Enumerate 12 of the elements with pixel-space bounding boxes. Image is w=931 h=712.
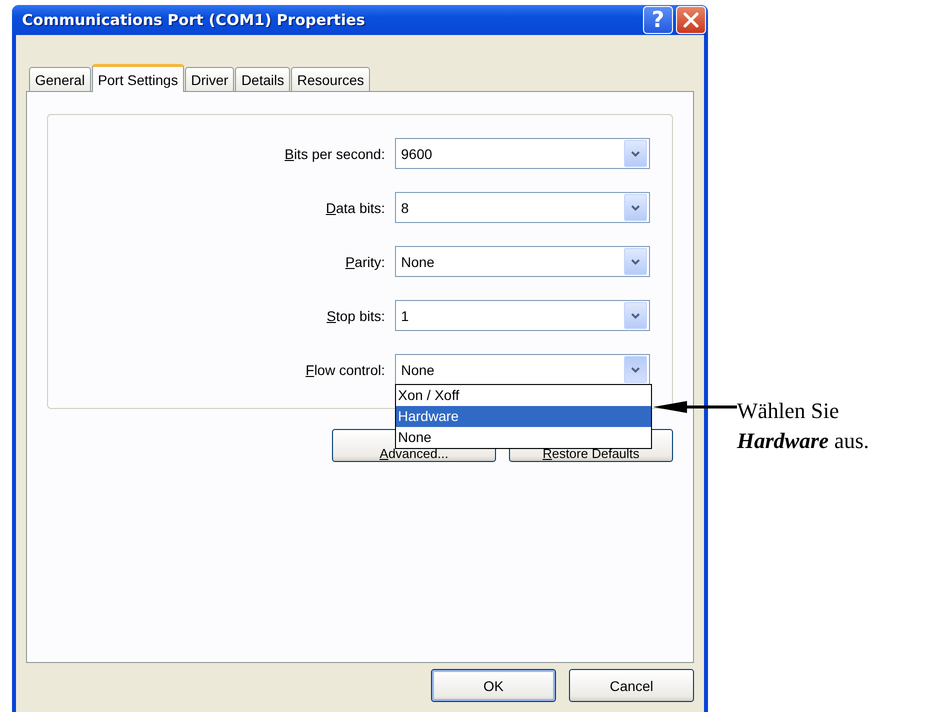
field-label: Bits per second: <box>284 146 385 162</box>
field-label: Data bits: <box>326 200 385 216</box>
dropdown-value: None <box>401 362 436 378</box>
dropdown-value: 9600 <box>401 146 434 162</box>
field-label: Flow control: <box>306 362 385 378</box>
dropdown-value: 1 <box>401 308 410 324</box>
annotation-text: Wählen Sie Hardware aus. <box>737 397 870 455</box>
dropdown-value: 8 <box>401 200 410 216</box>
field-label: Stop bits: <box>326 308 385 324</box>
dropdown-value: None <box>401 254 436 270</box>
window-title: Communications Port (COM1) Properties <box>21 11 366 29</box>
field-label: Parity: <box>345 254 385 270</box>
